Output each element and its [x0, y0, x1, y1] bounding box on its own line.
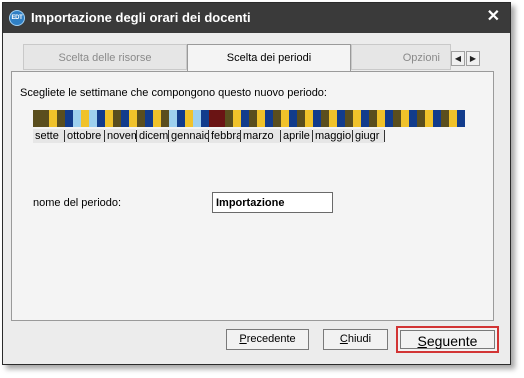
week-cell[interactable]: [265, 110, 273, 127]
week-cell[interactable]: [329, 110, 337, 127]
next-button[interactable]: Seguente: [396, 326, 499, 353]
week-cell[interactable]: [57, 110, 65, 127]
week-cell[interactable]: [393, 110, 401, 127]
month-label: gennaio: [169, 129, 208, 143]
tab-bar: Scelta delle risorse Scelta dei periodi …: [11, 44, 494, 72]
week-cell[interactable]: [361, 110, 369, 127]
dialog-title: Importazione degli orari dei docenti: [31, 10, 251, 25]
week-cell[interactable]: [377, 110, 385, 127]
tab-scelta-risorse[interactable]: Scelta delle risorse: [23, 44, 187, 70]
week-cell[interactable]: [257, 110, 265, 127]
next-button-label: Seguente: [400, 330, 495, 349]
week-cell[interactable]: [41, 110, 49, 127]
week-cell[interactable]: [337, 110, 345, 127]
week-cell[interactable]: [401, 110, 409, 127]
week-cell[interactable]: [137, 110, 145, 127]
week-cell[interactable]: [65, 110, 73, 127]
month-separator: [384, 130, 385, 142]
week-cell[interactable]: [177, 110, 185, 127]
month-label: febbra: [209, 129, 240, 143]
week-cell[interactable]: [33, 110, 41, 127]
previous-button-label: Precedente: [239, 333, 296, 345]
week-cell[interactable]: [457, 110, 465, 127]
period-name-label: nome del periodo:: [33, 197, 122, 209]
close-button[interactable]: Chiudi: [323, 329, 388, 350]
week-cell[interactable]: [249, 110, 257, 127]
week-cell[interactable]: [161, 110, 169, 127]
close-icon[interactable]: ✕: [487, 7, 500, 27]
month-label: aprile: [281, 129, 312, 143]
week-cell[interactable]: [409, 110, 417, 127]
app-icon: EDT: [9, 10, 25, 26]
week-cell[interactable]: [425, 110, 433, 127]
month-label: giugr: [353, 129, 384, 143]
week-cell[interactable]: [441, 110, 449, 127]
week-cell[interactable]: [225, 110, 233, 127]
previous-button[interactable]: Precedente: [226, 329, 309, 350]
period-name-input[interactable]: [212, 192, 333, 213]
week-cell[interactable]: [121, 110, 129, 127]
week-cell[interactable]: [185, 110, 193, 127]
month-label: ottobre: [65, 129, 104, 143]
month-label: novemb: [105, 129, 136, 143]
week-cell[interactable]: [129, 110, 137, 127]
week-cell[interactable]: [449, 110, 457, 127]
week-cell[interactable]: [113, 110, 121, 127]
tab-opzioni[interactable]: Opzioni: [351, 44, 451, 70]
week-cell[interactable]: [289, 110, 297, 127]
week-cell[interactable]: [201, 110, 209, 127]
close-button-label: Chiudi: [339, 333, 372, 345]
tab-scroll-left-icon[interactable]: ◀: [451, 51, 465, 66]
week-cell[interactable]: [241, 110, 249, 127]
week-cell[interactable]: [153, 110, 161, 127]
week-cell[interactable]: [97, 110, 105, 127]
week-cell[interactable]: [433, 110, 441, 127]
week-cell[interactable]: [305, 110, 313, 127]
weeks-selector[interactable]: [33, 110, 465, 127]
week-cell[interactable]: [105, 110, 113, 127]
month-label: sette: [33, 129, 64, 143]
week-cell[interactable]: [385, 110, 393, 127]
month-label: maggio: [313, 129, 352, 143]
week-cell[interactable]: [81, 110, 89, 127]
week-cell[interactable]: [233, 110, 241, 127]
week-cell[interactable]: [369, 110, 377, 127]
week-cell[interactable]: [313, 110, 321, 127]
week-cell[interactable]: [417, 110, 425, 127]
week-cell[interactable]: [321, 110, 329, 127]
tab-scelta-periodi[interactable]: Scelta dei periodi: [187, 44, 351, 72]
week-cell[interactable]: [273, 110, 281, 127]
month-label: marzo: [241, 129, 280, 143]
week-cell[interactable]: [281, 110, 289, 127]
week-cell[interactable]: [217, 110, 225, 127]
week-cell[interactable]: [145, 110, 153, 127]
month-label: dicemb: [137, 129, 168, 143]
week-cell[interactable]: [169, 110, 177, 127]
title-bar[interactable]: EDT Importazione degli orari dei docenti…: [3, 3, 510, 33]
week-cell[interactable]: [353, 110, 361, 127]
week-cell[interactable]: [209, 110, 217, 127]
weeks-instruction: Scegliete le settimane che compongono qu…: [20, 87, 327, 99]
week-cell[interactable]: [49, 110, 57, 127]
week-cell[interactable]: [345, 110, 353, 127]
week-cell[interactable]: [73, 110, 81, 127]
week-cell[interactable]: [297, 110, 305, 127]
tab-scroll-right-icon[interactable]: ▶: [466, 51, 480, 66]
week-cell[interactable]: [89, 110, 97, 127]
week-cell[interactable]: [193, 110, 201, 127]
